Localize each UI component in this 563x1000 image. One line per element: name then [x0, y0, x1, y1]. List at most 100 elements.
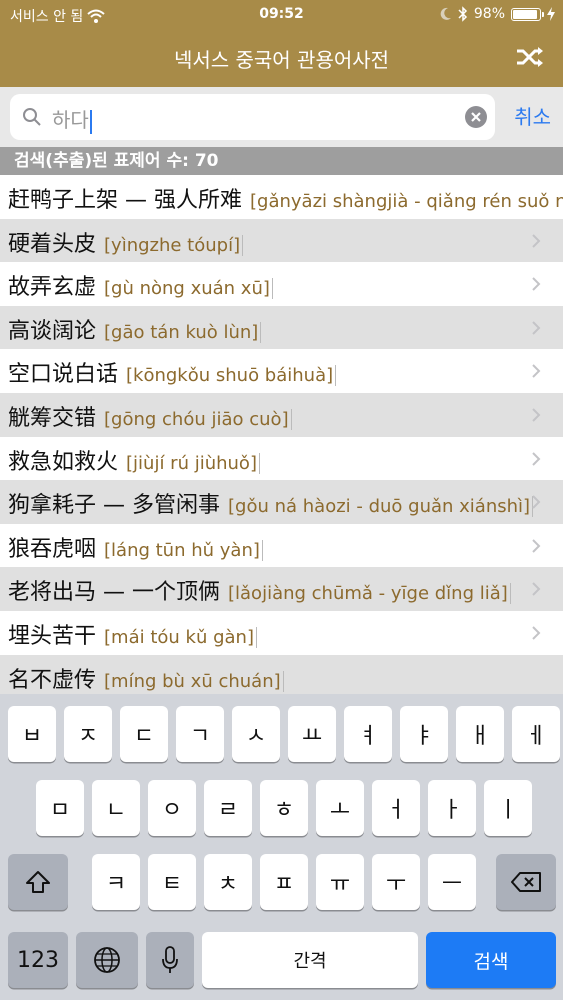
entry-text: 老将出马 — 一个顶俩 [lǎojiàng chūmǎ - yīge dǐng l… — [8, 574, 511, 606]
list-item[interactable]: 名不虚传 [míng bù xū chuán] — [0, 654, 563, 699]
list-item[interactable]: 高谈阔论 [gāo tán kuò lùn] — [0, 305, 563, 350]
key-letter[interactable]: ㅐ — [456, 706, 504, 762]
entry-text: 空口说白话 [kōngkǒu shuō báihuà] — [8, 356, 337, 388]
key-letter[interactable]: ㅔ — [512, 706, 560, 762]
list-item[interactable]: 故弄玄虚 [gù nòng xuán xū] — [0, 262, 563, 306]
key-letter[interactable]: ㅕ — [344, 706, 392, 762]
entry-pinyin: [láng tūn hǔ yàn] — [104, 539, 263, 561]
status-bar: 서비스 안 됨 09:52 98% — [0, 0, 563, 30]
key-letter[interactable]: ㅑ — [400, 706, 448, 762]
key-letter[interactable]: ㅎ — [260, 780, 308, 836]
entry-hanzi: 老将出马 — 一个顶俩 — [8, 580, 220, 606]
search-key[interactable]: 검색 — [426, 932, 556, 988]
entry-pinyin: [lǎojiàng chūmǎ - yīge dǐng liǎ] — [228, 583, 511, 605]
chevron-right-icon — [532, 277, 541, 291]
list-item[interactable]: 埋头苦干 [mái tóu kǔ gàn] — [0, 610, 563, 655]
key-letter[interactable]: ㅌ — [148, 854, 196, 910]
key-letter[interactable]: ㅡ — [428, 854, 476, 910]
search-query-wrap: 하다 — [52, 104, 92, 134]
entry-pinyin: [gù nòng xuán xū] — [104, 278, 273, 300]
shift-icon — [26, 871, 50, 893]
key-letter[interactable]: ㅛ — [288, 706, 336, 762]
key-letter[interactable]: ㅅ — [232, 706, 280, 762]
entry-hanzi: 埋头苦干 — [8, 623, 97, 649]
key-letter[interactable]: ㅍ — [260, 854, 308, 910]
key-letter[interactable]: ㅈ — [64, 706, 112, 762]
key-letter[interactable]: ㅗ — [316, 780, 364, 836]
key-letter[interactable]: ㅊ — [204, 854, 252, 910]
space-key[interactable]: 간격 — [202, 932, 418, 988]
list-item[interactable]: 硬着头皮 [yìngzhe tóupí] — [0, 218, 563, 263]
entry-hanzi: 救急如救火 — [8, 449, 119, 475]
key-letter[interactable]: ㅋ — [92, 854, 140, 910]
key-letter[interactable]: ㅜ — [372, 854, 420, 910]
key-letter[interactable]: ㅣ — [484, 780, 532, 836]
key-letter[interactable]: ㄹ — [204, 780, 252, 836]
list-item[interactable]: 空口说白话 [kōngkǒu shuō báihuà] — [0, 349, 563, 393]
shift-key[interactable] — [8, 854, 68, 910]
search-query: 하다 — [52, 108, 89, 132]
entry-text: 救急如救火 [jiùjí rú jiùhuǒ] — [8, 444, 260, 476]
entry-pinyin: [gōng chóu jiāo cuò] — [104, 408, 292, 430]
chevron-right-icon — [532, 451, 541, 466]
list-item[interactable]: 救急如救火 [jiùjí rú jiùhuǒ] — [0, 436, 563, 481]
entry-pinyin: [gǎnyāzi shàngjià - qiǎng rén suǒ nán] — [250, 191, 563, 212]
chevron-right-icon — [532, 321, 541, 335]
entry-pinyin: [mái tóu kǔ gàn] — [104, 626, 257, 648]
entry-text: 狗拿耗子 — 多管闲事 [gǒu ná hàozi - duō guǎn xián… — [8, 487, 534, 519]
chevron-right-icon — [532, 233, 541, 248]
key-letter[interactable]: ㅏ — [428, 780, 476, 836]
list-item[interactable]: 觥筹交错 [gōng chóu jiāo cuò] — [0, 392, 563, 437]
entry-pinyin: [jiùjí rú jiùhuǒ] — [126, 452, 260, 474]
key-letter[interactable]: ㅇ — [148, 780, 196, 836]
list-item[interactable]: 狗拿耗子 — 多管闲事 [gǒu ná hàozi - duō guǎn xián… — [0, 480, 563, 524]
entry-pinyin: [gāo tán kuò lùn] — [104, 321, 262, 343]
battery-icon — [511, 7, 544, 21]
list-item[interactable]: 赶鸭子上架 — 强人所难 [gǎnyāzi shàngjià - qiǎng ré… — [0, 175, 563, 219]
microphone-key[interactable] — [146, 932, 194, 988]
entry-text: 名不虚传 [míng bù xū chuán] — [8, 662, 284, 694]
close-icon — [471, 112, 481, 122]
chevron-right-icon — [532, 364, 541, 379]
entry-text: 觥筹交错 [gōng chóu jiāo cuò] — [8, 400, 292, 432]
entry-hanzi: 硬着头皮 — [8, 231, 97, 257]
chevron-right-icon — [532, 539, 541, 553]
navigation-bar: 서비스 안 됨 09:52 98% 넥서스 중국어 관용어사전 — [0, 0, 563, 87]
key-letter[interactable]: ㅂ — [8, 706, 56, 762]
key-letter[interactable]: ㄷ — [120, 706, 168, 762]
entry-text: 硬着头皮 [yìngzhe tóupí] — [8, 226, 244, 258]
numbers-key[interactable]: 123 — [8, 932, 68, 988]
key-letter[interactable]: ㄱ — [176, 706, 224, 762]
backspace-key[interactable] — [496, 854, 556, 910]
entry-hanzi: 狼吞虎咽 — [8, 536, 97, 562]
globe-key[interactable] — [76, 932, 138, 988]
entry-list: 赶鸭子上架 — 强人所难 [gǎnyāzi shàngjià - qiǎng ré… — [0, 175, 563, 699]
chevron-right-icon — [532, 495, 541, 509]
bluetooth-icon — [458, 6, 467, 22]
key-letter[interactable]: ㅁ — [36, 780, 84, 836]
entry-text: 狼吞虎咽 [láng tūn hǔ yàn] — [8, 531, 263, 563]
globe-icon — [94, 947, 120, 973]
text-caret — [89, 109, 92, 134]
entry-text: 赶鸭子上架 — 强人所难 [gǎnyāzi shàngjià - qiǎng ré… — [8, 182, 563, 214]
key-letter[interactable]: ㅓ — [372, 780, 420, 836]
search-input[interactable]: 하다 — [10, 94, 495, 140]
list-item[interactable]: 狼吞虎咽 [láng tūn hǔ yàn] — [0, 523, 563, 568]
entry-hanzi: 名不虚传 — [8, 667, 97, 693]
shuffle-icon[interactable] — [515, 44, 545, 70]
entry-pinyin: [míng bù xū chuán] — [104, 670, 284, 692]
key-letter[interactable]: ㄴ — [92, 780, 140, 836]
microphone-icon — [162, 946, 178, 973]
status-right: 98% — [440, 6, 555, 22]
keyboard: ㅂㅈㄷㄱㅅㅛㅕㅑㅐㅔㅁㄴㅇㄹㅎㅗㅓㅏㅣㅋㅌㅊㅍㅠㅜㅡ 123 간격 검색 — [0, 694, 563, 1000]
search-icon — [23, 108, 41, 126]
key-letter[interactable]: ㅠ — [316, 854, 364, 910]
list-item[interactable]: 老将出马 — 一个顶俩 [lǎojiàng chūmǎ - yīge dǐng l… — [0, 567, 563, 611]
entry-pinyin: [yìngzhe tóupí] — [104, 234, 244, 256]
entry-hanzi: 赶鸭子上架 — 强人所难 — [8, 188, 242, 213]
cancel-button[interactable]: 취소 — [514, 101, 551, 130]
battery-percent: 98% — [473, 6, 505, 22]
entry-hanzi: 空口说白话 — [8, 362, 119, 388]
result-count: 검색(추출)된 표제어 수: 70 — [0, 147, 563, 175]
clear-search-button[interactable] — [465, 106, 487, 128]
